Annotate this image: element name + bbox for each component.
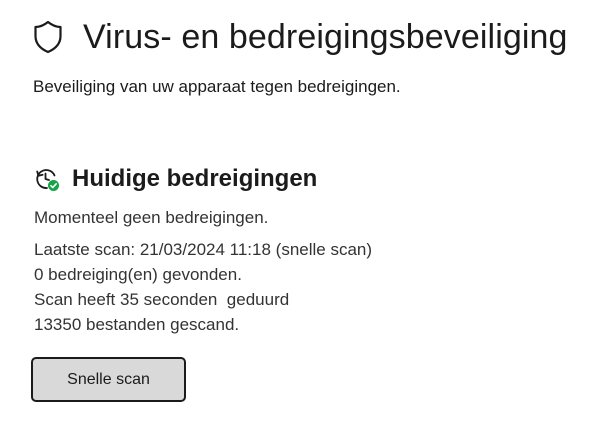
quick-scan-button[interactable]: Snelle scan bbox=[31, 357, 186, 402]
scan-details: Laatste scan: 21/03/2024 11:18 (snelle s… bbox=[34, 237, 372, 337]
scan-duration-info: Scan heeft 35 seconden geduurd bbox=[34, 290, 290, 309]
files-scanned-info: 13350 bestanden gescand. bbox=[34, 315, 240, 334]
last-scan-info: Laatste scan: 21/03/2024 11:18 (snelle s… bbox=[34, 240, 373, 259]
section-title: Huidige bedreigingen bbox=[72, 165, 318, 192]
current-threats-header: Huidige bedreigingen bbox=[34, 162, 317, 196]
history-check-icon bbox=[36, 169, 59, 191]
threats-found-info: 0 bedreiging(en) gevonden. bbox=[34, 265, 242, 284]
page-subtitle: Beveiliging van uw apparaat tegen bedrei… bbox=[33, 77, 401, 96]
page-header: Virus- en bedreigingsbeveiliging bbox=[33, 14, 568, 60]
page-title: Virus- en bedreigingsbeveiliging bbox=[83, 18, 568, 56]
shield-icon bbox=[34, 20, 62, 54]
threat-status: Momenteel geen bedreigingen. bbox=[34, 208, 269, 227]
